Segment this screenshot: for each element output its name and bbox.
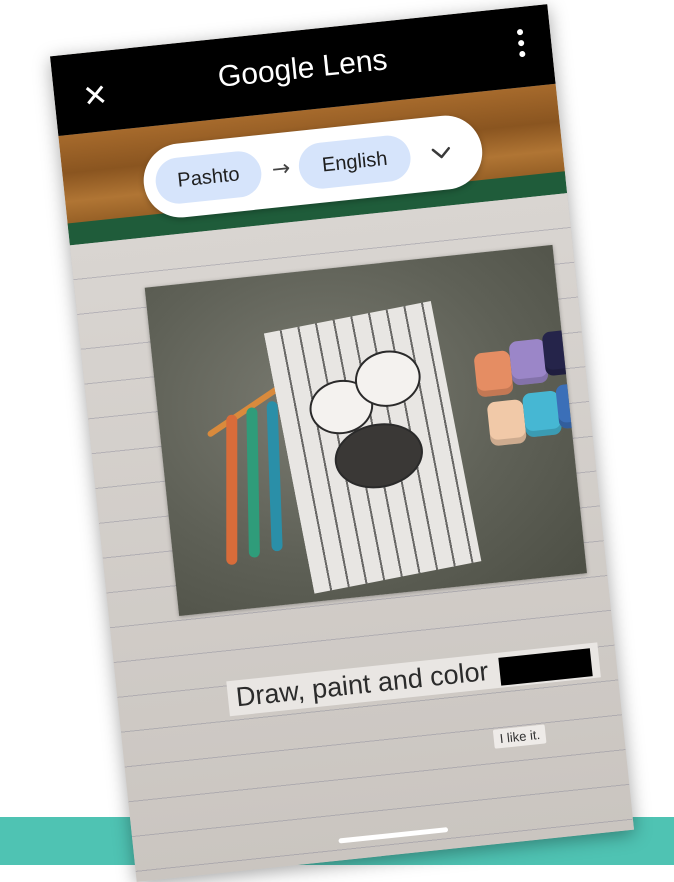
photo-marker-green bbox=[246, 407, 260, 558]
photo-marker-orange bbox=[226, 414, 238, 565]
camera-printed-photo bbox=[144, 244, 587, 616]
arrow-right-icon: → bbox=[270, 155, 292, 183]
photo-paint-jar bbox=[486, 398, 527, 447]
photo-paint-jar bbox=[473, 350, 514, 398]
target-language-button[interactable]: English bbox=[296, 133, 413, 191]
photo-coloring-sheet bbox=[263, 301, 482, 594]
photo-marker-teal bbox=[266, 401, 283, 552]
phone-screen: Draw, paint and color I like it. ✕ Googl… bbox=[49, 4, 635, 882]
chevron-down-icon[interactable] bbox=[425, 137, 458, 170]
source-language-button[interactable]: Pashto bbox=[153, 149, 264, 206]
